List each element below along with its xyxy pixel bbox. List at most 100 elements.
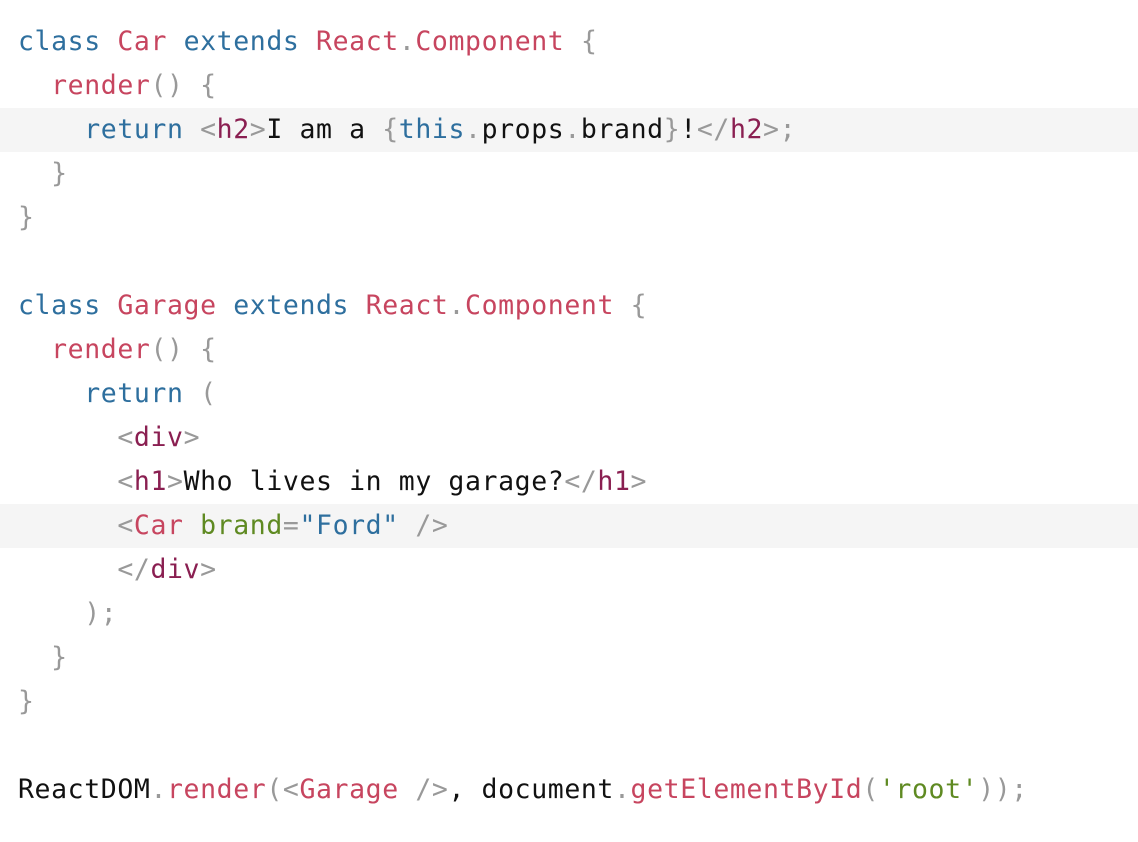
code-line: ReactDOM.render(<Garage />, document.get…	[0, 768, 1138, 812]
code-token: Car	[117, 26, 168, 57]
code-line: }	[0, 196, 1138, 240]
code-token: (<	[266, 774, 300, 805]
code-token: render	[167, 774, 267, 805]
code-token: return	[84, 114, 184, 145]
code-token: .	[613, 774, 631, 805]
code-token: }	[51, 642, 68, 673]
code-token: <	[117, 510, 134, 541]
code-token: 'root'	[878, 774, 979, 805]
code-token: </	[564, 466, 598, 497]
code-token: class	[18, 290, 101, 321]
code-token: class	[18, 26, 101, 57]
code-token: h2	[216, 114, 250, 145]
code-token: .	[150, 774, 167, 805]
code-token: >	[200, 554, 217, 585]
code-token: getElementById	[630, 774, 863, 805]
code-token: {	[580, 26, 598, 57]
code-token: Car	[133, 510, 184, 541]
code-token: I am a	[266, 114, 383, 145]
code-token: );	[84, 598, 118, 629]
code-token: brand	[200, 510, 283, 541]
code-line: class Garage extends React.Component {	[0, 284, 1138, 328]
code-token: document	[481, 774, 614, 805]
code-token: Component	[465, 290, 615, 321]
code-token: ;	[779, 114, 797, 145]
code-token: Who lives in my garage?	[183, 466, 565, 497]
code-line: render() {	[0, 64, 1138, 108]
code-token: Component	[415, 26, 565, 57]
code-token: ()	[150, 334, 184, 365]
code-token: >	[763, 114, 780, 145]
code-token: .	[465, 114, 482, 145]
code-token: </	[696, 114, 730, 145]
code-token: .	[564, 114, 581, 145]
code-line: return (	[0, 372, 1138, 416]
code-token: brand	[580, 114, 664, 145]
code-token: this	[398, 114, 466, 145]
code-token: <	[200, 114, 217, 145]
code-token: (	[862, 774, 879, 805]
code-token: h2	[729, 114, 764, 145]
code-token: .	[398, 26, 416, 57]
code-token: !	[680, 114, 697, 145]
code-token: "Ford"	[299, 510, 399, 541]
code-line: return <h2>I am a {this.props.brand}!</h…	[0, 108, 1138, 152]
code-line: }	[0, 680, 1138, 724]
code-block: class Car extends React.Component { rend…	[0, 20, 1138, 812]
code-token: <	[117, 422, 134, 453]
code-token: ReactDOM	[18, 774, 151, 805]
code-line: </div>	[0, 548, 1138, 592]
code-token: ,	[448, 774, 482, 805]
code-line: }	[0, 152, 1138, 196]
code-token: >	[630, 466, 648, 497]
code-token: render	[51, 70, 151, 101]
code-token: Garage	[299, 774, 399, 805]
code-token: }	[51, 158, 68, 189]
code-token: extends	[233, 290, 350, 321]
code-token: >	[249, 114, 267, 145]
code-token: div	[150, 554, 201, 585]
code-token: </	[117, 554, 151, 585]
code-line: class Car extends React.Component {	[0, 20, 1138, 64]
code-token: React	[365, 290, 449, 321]
code-token: Garage	[117, 290, 217, 321]
code-token: div	[133, 422, 184, 453]
code-line: <h1>Who lives in my garage?</h1>	[0, 460, 1138, 504]
code-token: {	[200, 70, 217, 101]
code-token: />	[415, 510, 449, 541]
code-line: }	[0, 636, 1138, 680]
code-token: }	[18, 202, 35, 233]
code-token: h1	[597, 466, 631, 497]
code-token: {	[200, 334, 217, 365]
code-token: .	[448, 290, 466, 321]
code-token: {	[382, 114, 399, 145]
code-line: render() {	[0, 328, 1138, 372]
code-token: >	[183, 422, 201, 453]
code-line: <div>	[0, 416, 1138, 460]
code-token: ));	[978, 774, 1028, 805]
code-token: =	[282, 510, 300, 541]
code-token: (	[200, 378, 217, 409]
